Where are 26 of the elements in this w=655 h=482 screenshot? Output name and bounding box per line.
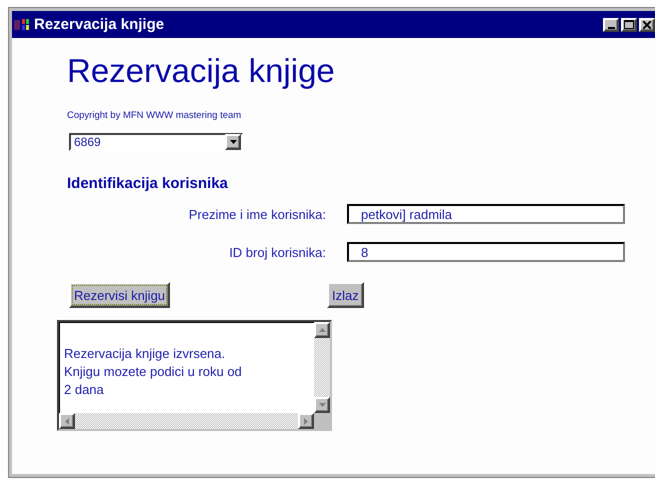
- maximize-button[interactable]: [621, 18, 637, 32]
- scroll-right-icon: [304, 418, 308, 424]
- scroll-up-icon: [318, 328, 326, 332]
- field-label: ID broj korisnika:: [228, 244, 326, 260]
- book-dropdown[interactable]: 6869: [69, 133, 243, 151]
- minimize-icon: [608, 26, 614, 28]
- scroll-down-icon: [318, 403, 326, 407]
- minimize-button[interactable]: [603, 18, 619, 32]
- input-field[interactable]: petkovi] radmila: [347, 204, 625, 224]
- vertical-scrollbar[interactable]: [314, 322, 330, 413]
- message-text: Rezervacija knjige izvrsena. Knjigu mozete podici u roku od 2 dana: [59, 322, 314, 413]
- page-heading: Rezervacija knjige: [67, 52, 336, 90]
- maximize-icon: [624, 20, 634, 29]
- input-field[interactable]: 8: [347, 242, 625, 262]
- copyright-text: Copyright by MFN WWW mastering team: [67, 110, 242, 121]
- scroll-left-icon: [65, 418, 69, 424]
- section-title: Identifikacija korisnika: [67, 175, 229, 192]
- horizontal-scrollbar[interactable]: [59, 413, 314, 429]
- close-icon: [643, 20, 651, 28]
- exit-button[interactable]: Izlaz: [327, 282, 364, 308]
- close-button[interactable]: [639, 18, 655, 32]
- window-title: Rezervacija knjige: [34, 16, 164, 33]
- app-icon: [14, 18, 30, 32]
- field-label: Prezime i ime korisnika:: [188, 206, 326, 222]
- dropdown-arrow-icon: [230, 140, 236, 144]
- reserve-button[interactable]: Rezervisi knjigu: [69, 282, 170, 308]
